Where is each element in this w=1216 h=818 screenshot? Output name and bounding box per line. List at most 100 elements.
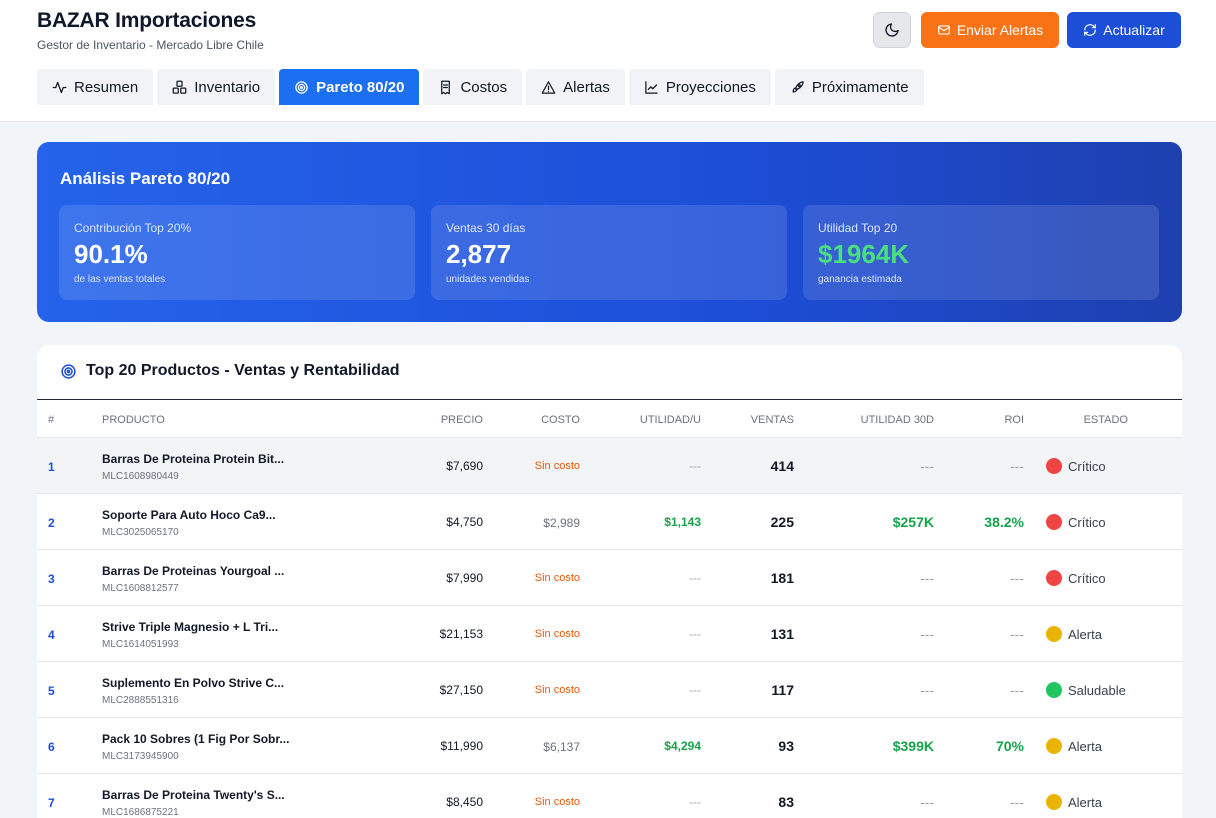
col-header-product[interactable]: PRODUCTO xyxy=(102,414,165,426)
status-dot-icon xyxy=(1046,738,1062,754)
kpi-top20-contribution: Contribución Top 20% 90.1% de las ventas… xyxy=(59,205,415,300)
tab-inventario[interactable]: Inventario xyxy=(157,69,276,105)
kpi-sub: de las ventas totales xyxy=(74,274,166,285)
product-id: MLC2888551316 xyxy=(102,695,179,706)
table-row[interactable]: 4 Strive Triple Magnesio + L Tri... MLC1… xyxy=(37,606,1182,662)
col-header-price[interactable]: PRECIO xyxy=(441,414,483,426)
product-price: $27,150 xyxy=(439,683,483,697)
product-profit-30d: $257K xyxy=(892,514,934,530)
refresh-button[interactable]: Actualizar xyxy=(1067,12,1181,48)
col-header-roi[interactable]: ROI xyxy=(1004,414,1024,426)
kpi-label: Ventas 30 días xyxy=(446,221,526,235)
table-row[interactable]: 1 Barras De Proteina Protein Bit... MLC1… xyxy=(37,438,1182,494)
product-sales: 117 xyxy=(771,682,794,698)
status-badge: Alerta xyxy=(1046,626,1102,642)
product-roi: --- xyxy=(1010,570,1024,586)
product-profit-30d: --- xyxy=(920,682,934,698)
product-id: MLC1686875221 xyxy=(102,807,179,818)
status-label: Crítico xyxy=(1068,458,1106,474)
product-name[interactable]: Suplemento En Polvo Strive C... xyxy=(102,676,284,690)
col-header-profit-30d[interactable]: UTILIDAD 30D xyxy=(861,414,934,426)
status-dot-icon xyxy=(1046,626,1062,642)
warning-icon xyxy=(541,80,556,94)
col-header-sales[interactable]: VENTAS xyxy=(751,414,794,426)
col-header-cost[interactable]: COSTO xyxy=(541,414,580,426)
kpi-value: $1964K xyxy=(818,239,910,269)
product-price: $8,450 xyxy=(446,795,483,809)
status-label: Crítico xyxy=(1068,514,1106,530)
product-roi: 70% xyxy=(995,738,1024,754)
product-id: MLC3025065170 xyxy=(102,527,179,538)
product-id: MLC1614051993 xyxy=(102,639,179,650)
table-row[interactable]: 7 Barras De Proteina Twenty's S... MLC16… xyxy=(37,774,1182,818)
status-dot-icon xyxy=(1046,794,1062,810)
product-unit-profit: --- xyxy=(689,459,701,473)
product-cost: Sin costo xyxy=(534,796,580,808)
product-cost: Sin costo xyxy=(534,460,580,472)
table-row[interactable]: 6 Pack 10 Sobres (1 Fig Por Sobr... MLC3… xyxy=(37,718,1182,774)
product-name[interactable]: Pack 10 Sobres (1 Fig Por Sobr... xyxy=(102,732,289,746)
product-name[interactable]: Barras De Proteina Protein Bit... xyxy=(102,452,284,466)
table-row[interactable]: 2 Soporte Para Auto Hoco Ca9... MLC30250… xyxy=(37,494,1182,550)
product-id: MLC3173945900 xyxy=(102,751,179,762)
row-rank: 2 xyxy=(48,516,55,530)
product-name[interactable]: Barras De Proteina Twenty's S... xyxy=(102,788,285,802)
tab-pareto[interactable]: Pareto 80/20 xyxy=(279,69,420,105)
product-profit-30d: --- xyxy=(920,626,934,642)
product-unit-profit: $1,143 xyxy=(664,515,701,529)
app-title: BAZAR Importaciones xyxy=(37,9,257,32)
status-dot-icon xyxy=(1046,514,1062,530)
refresh-label: Actualizar xyxy=(1103,22,1165,38)
tab-label: Resumen xyxy=(74,78,139,96)
product-profit-30d: --- xyxy=(920,794,934,810)
status-dot-icon xyxy=(1046,458,1062,474)
product-price: $7,690 xyxy=(446,459,483,473)
status-label: Alerta xyxy=(1068,738,1102,754)
receipt-icon xyxy=(441,80,451,94)
main-tabs: Resumen Inventario Pareto 80/20 Costos A… xyxy=(37,69,924,105)
tab-proximamente[interactable]: Próximamente xyxy=(774,69,924,105)
product-unit-profit: --- xyxy=(689,627,701,641)
kpi-sub: ganancia estimada xyxy=(818,274,902,285)
tab-label: Próximamente xyxy=(811,78,909,96)
status-dot-icon xyxy=(1046,682,1062,698)
product-name[interactable]: Soporte Para Auto Hoco Ca9... xyxy=(102,508,276,522)
table-row[interactable]: 5 Suplemento En Polvo Strive C... MLC288… xyxy=(37,662,1182,718)
product-price: $21,153 xyxy=(439,627,483,641)
kpi-label: Contribución Top 20% xyxy=(74,221,192,235)
col-header-status[interactable]: ESTADO xyxy=(1084,414,1128,426)
product-cost: $6,137 xyxy=(543,740,580,754)
product-price: $4,750 xyxy=(446,515,483,529)
product-price: $7,990 xyxy=(446,571,483,585)
tab-label: Pareto 80/20 xyxy=(316,78,405,96)
product-profit-30d: --- xyxy=(920,570,934,586)
target-icon xyxy=(295,80,308,94)
tab-proyecciones[interactable]: Proyecciones xyxy=(628,69,771,105)
mail-icon xyxy=(937,25,950,35)
product-sales: 93 xyxy=(778,738,794,754)
product-sales: 131 xyxy=(770,626,794,642)
product-name[interactable]: Barras De Proteinas Yourgoal ... xyxy=(102,564,284,578)
product-roi: --- xyxy=(1010,458,1024,474)
status-label: Alerta xyxy=(1068,626,1102,642)
product-id: MLC1608980449 xyxy=(102,471,179,482)
top-products-card: Top 20 Productos - Ventas y Rentabilidad… xyxy=(37,345,1182,818)
tab-costos[interactable]: Costos xyxy=(423,69,523,105)
status-label: Alerta xyxy=(1068,794,1102,810)
theme-toggle-button[interactable] xyxy=(873,12,911,48)
kpi-value: 90.1% xyxy=(74,239,148,269)
product-cost: $2,989 xyxy=(543,516,580,530)
row-rank: 7 xyxy=(48,796,55,810)
col-header-unit-profit[interactable]: UTILIDAD/U xyxy=(640,414,701,426)
product-unit-profit: $4,294 xyxy=(664,739,701,753)
product-id: MLC1608812577 xyxy=(102,583,179,594)
tab-resumen[interactable]: Resumen xyxy=(37,69,154,105)
product-name[interactable]: Strive Triple Magnesio + L Tri... xyxy=(102,620,278,634)
send-alerts-button[interactable]: Enviar Alertas xyxy=(921,12,1059,48)
boxes-icon xyxy=(172,80,187,94)
product-unit-profit: --- xyxy=(689,571,701,585)
tab-alertas[interactable]: Alertas xyxy=(526,69,625,105)
product-roi: --- xyxy=(1010,682,1024,698)
product-sales: 181 xyxy=(770,570,794,586)
table-row[interactable]: 3 Barras De Proteinas Yourgoal ... MLC16… xyxy=(37,550,1182,606)
